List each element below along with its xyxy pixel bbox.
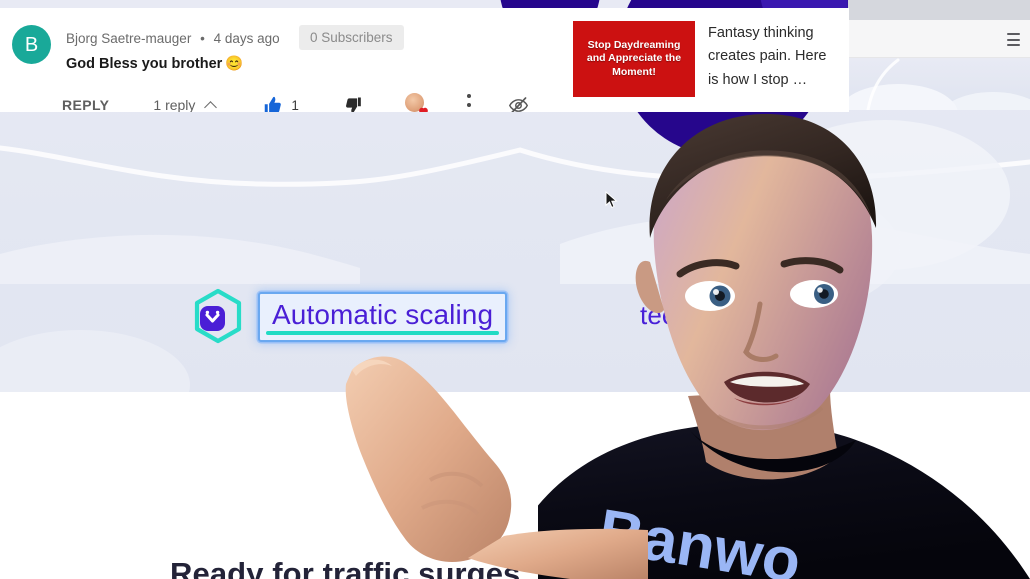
- window-content: [848, 58, 1030, 110]
- video-title[interactable]: Fantasy thinking creates pain. Here is h…: [708, 22, 834, 92]
- mouse-pointer-icon: [605, 190, 619, 209]
- three-dot-menu-icon[interactable]: [467, 94, 472, 112]
- comment-meta: Bjorg Saetre-mauger • 4 days ago: [66, 31, 280, 46]
- comment-author[interactable]: Bjorg Saetre-mauger: [66, 31, 191, 46]
- section-heading: Ready for traffic surges: [170, 556, 521, 579]
- creator-heart-icon[interactable]: [404, 93, 429, 112]
- eye-slash-icon[interactable]: [508, 92, 529, 112]
- thumbnail-text: Stop Daydreaming and Appreciate the Mome…: [586, 39, 682, 78]
- feature-label-automatic-scaling: Automatic scaling: [272, 299, 494, 331]
- suggested-video-card[interactable]: Stop Daydreaming and Appreciate the Mome…: [560, 8, 849, 112]
- smile-emoji-icon: 😊: [225, 56, 244, 72]
- dislike-button[interactable]: [343, 92, 363, 112]
- video-thumbnail[interactable]: Stop Daydreaming and Appreciate the Mome…: [573, 21, 695, 97]
- like-count: 1: [291, 97, 299, 113]
- highlighted-element-box[interactable]: Automatic scaling: [258, 292, 508, 342]
- comment-body: God Bless you brother 😊: [66, 55, 243, 72]
- thumbs-up-icon: [265, 96, 282, 112]
- thumbs-down-icon: [345, 97, 361, 112]
- feature-item-automatic-scaling[interactable]: Automatic scaling: [192, 288, 508, 346]
- hexagon-smile-icon: [192, 288, 244, 346]
- window-titlebar[interactable]: [848, 0, 1030, 20]
- secondary-browser-window[interactable]: [848, 0, 1030, 110]
- feature-list: up Automatic scaling: [0, 282, 1030, 360]
- heart-icon: [419, 107, 428, 112]
- feature-item-right[interactable]: tee: [640, 300, 676, 331]
- cloud-curve-icon: [866, 58, 900, 110]
- avatar[interactable]: B: [12, 25, 51, 64]
- comment-action-row: REPLY 1 reply 1: [62, 92, 601, 112]
- comment-timestamp[interactable]: 4 days ago: [214, 31, 280, 46]
- youtube-comment-overlay: B Bjorg Saetre-mauger • 4 days ago 0 Sub…: [0, 8, 849, 112]
- feature-label-right: tee: [640, 300, 677, 330]
- window-toolbar: [848, 20, 1030, 58]
- video-info: Fantasy thinking creates pain. Here is h…: [708, 21, 834, 92]
- content-section: [0, 392, 1030, 579]
- replies-toggle[interactable]: 1 reply: [153, 92, 195, 112]
- subscriber-badge: 0 Subscribers: [299, 25, 404, 50]
- comment-body-text: God Bless you brother: [66, 56, 223, 72]
- meta-separator: •: [200, 31, 205, 46]
- hamburger-menu-icon[interactable]: [1007, 33, 1020, 46]
- like-button[interactable]: 1: [263, 92, 299, 112]
- chevron-up-icon[interactable]: [205, 99, 217, 111]
- reply-button[interactable]: REPLY: [62, 92, 109, 112]
- highlight-underline: [266, 330, 500, 335]
- screen: up Automatic scaling: [0, 0, 1030, 579]
